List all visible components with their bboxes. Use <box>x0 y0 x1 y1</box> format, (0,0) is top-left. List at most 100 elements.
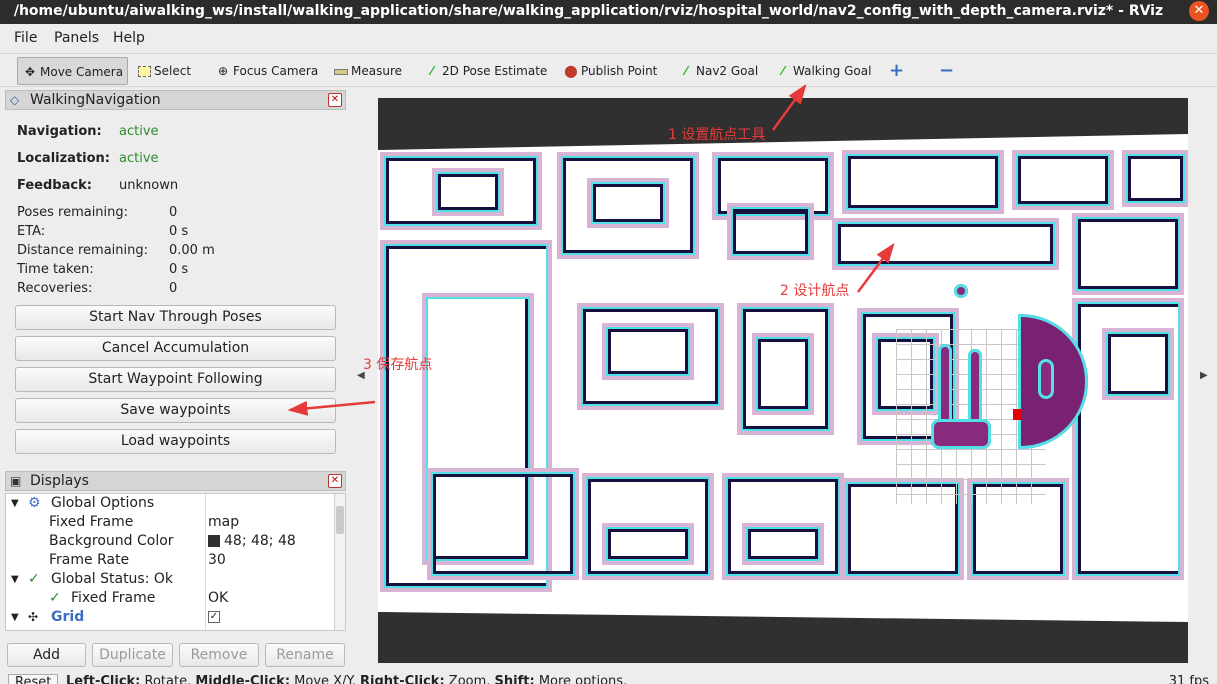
tree-scrollbar[interactable] <box>334 494 345 630</box>
tree-value[interactable]: 30 <box>208 551 226 570</box>
occupancy-map <box>378 134 1188 622</box>
chevron-down-icon[interactable]: ▼ <box>11 570 19 589</box>
hint-text: Middle-Click: <box>195 674 291 684</box>
map-wall <box>608 529 688 559</box>
rename-display-button[interactable]: Rename <box>265 643 345 667</box>
reset-button[interactable]: Reset <box>8 674 59 684</box>
tool-focus-camera[interactable]: ⊕ Focus Camera <box>215 57 318 85</box>
tree-value: OK <box>208 590 229 606</box>
tool-2d-pose-label: 2D Pose Estimate <box>442 64 548 78</box>
feedback-status: Feedback: unknown <box>17 178 178 193</box>
remove-display-button[interactable]: Remove <box>179 643 259 667</box>
stat-value: 0 s <box>169 262 189 277</box>
tool-select[interactable]: Select <box>138 57 191 85</box>
tree-value-wrap[interactable]: 48; 48; 48 <box>208 532 296 551</box>
hint-text: Shift: <box>494 674 535 684</box>
status-hint: Left-Click: Rotate. Middle-Click: Move X… <box>66 674 627 684</box>
time-taken-row: Time taken: 0 s <box>17 262 188 277</box>
select-icon <box>138 66 151 77</box>
remove-tool-button[interactable]: − <box>939 57 954 85</box>
tree-value: 48; 48; 48 <box>224 533 296 549</box>
start-nav-through-poses-button[interactable]: Start Nav Through Poses <box>15 305 336 330</box>
collapse-right-icon[interactable]: ▶ <box>1200 370 1208 381</box>
menu-file[interactable]: File <box>14 30 37 46</box>
menu-panels[interactable]: Panels <box>54 30 99 46</box>
poses-remaining-row: Poses remaining: 0 <box>17 205 177 220</box>
tool-nav2-goal[interactable]: ⁄ Nav2 Goal <box>678 57 758 85</box>
tool-move-camera-label: Move Camera <box>40 65 124 79</box>
stat-key: Time taken: <box>17 262 94 277</box>
map-wall <box>1018 156 1108 204</box>
rviz-3d-viewport[interactable] <box>378 98 1188 663</box>
add-display-button[interactable]: Add <box>7 643 86 667</box>
tree-row-global-options[interactable]: ▼ ⚙ Global Options <box>6 494 336 513</box>
duplicate-display-button[interactable]: Duplicate <box>92 643 173 667</box>
color-swatch <box>208 535 220 547</box>
hint-text: Zoom. <box>444 674 495 684</box>
tree-row-global-status[interactable]: ▼ ✓ Global Status: Ok <box>6 570 336 589</box>
stat-key: Poses remaining: <box>17 205 129 220</box>
add-tool-button[interactable]: + <box>889 57 904 85</box>
tool-walking-goal[interactable]: ⁄ Walking Goal <box>775 57 871 85</box>
tree-row-background-color[interactable]: Background Color 48; 48; 48 <box>6 532 336 551</box>
close-window-button[interactable]: ✕ <box>1189 1 1209 21</box>
chevron-down-icon[interactable]: ▼ <box>11 608 19 627</box>
tree-row-grid[interactable]: ▼ ✣ Grid ✓ <box>6 608 336 627</box>
scrollbar-thumb[interactable] <box>336 506 344 534</box>
tool-publish-point[interactable]: ⬤ Publish Point <box>563 57 657 85</box>
eta-row: ETA: 0 s <box>17 224 188 239</box>
grid-enabled-checkbox[interactable]: ✓ <box>208 608 220 627</box>
map-wall <box>718 158 828 214</box>
walking-navigation-panel: ◇ WalkingNavigation ✕ Navigation: active … <box>5 90 346 462</box>
map-wall <box>758 339 808 409</box>
map-wall <box>593 184 663 222</box>
map-wall <box>728 479 838 574</box>
localization-status: Localization: active <box>17 151 159 166</box>
stat-value: 0 <box>169 281 178 296</box>
map-wall <box>838 224 1053 264</box>
map-wall <box>608 329 688 374</box>
hint-text: Move X/Y. <box>290 674 361 684</box>
map-wall <box>733 209 808 254</box>
focus-camera-icon: ⊕ <box>217 64 229 78</box>
displays-panel-title: Displays <box>30 473 89 489</box>
status-value: unknown <box>119 178 179 193</box>
map-wall <box>438 174 498 210</box>
tree-row-fixed-frame[interactable]: Fixed Frame map <box>6 513 336 532</box>
menu-help[interactable]: Help <box>113 30 145 46</box>
tool-measure[interactable]: Measure <box>334 57 402 85</box>
tool-nav2-goal-label: Nav2 Goal <box>696 64 759 78</box>
measure-icon <box>334 68 348 75</box>
stat-key: ETA: <box>17 224 46 239</box>
tool-move-camera[interactable]: ✥ Move Camera <box>17 57 129 85</box>
tree-row-frame-rate[interactable]: Frame Rate 30 <box>6 551 336 570</box>
menu-bar: File Panels Help <box>0 27 1217 49</box>
distance-remaining-row: Distance remaining: 0.00 m <box>17 243 215 258</box>
map-wall <box>433 474 573 574</box>
tool-2d-pose-estimate[interactable]: ⁄ 2D Pose Estimate <box>424 57 547 85</box>
hint-text: More options. <box>534 674 628 684</box>
status-key: Navigation: <box>17 124 102 139</box>
tool-walking-goal-label: Walking Goal <box>793 64 872 78</box>
tree-label: Background Color <box>49 533 174 549</box>
tree-row-fixed-frame-status[interactable]: ✓ Fixed Frame OK <box>6 589 336 608</box>
load-waypoints-button[interactable]: Load waypoints <box>15 429 336 454</box>
gear-icon: ⚙ <box>28 495 41 511</box>
start-waypoint-following-button[interactable]: Start Waypoint Following <box>15 367 336 392</box>
monitor-icon: ▣ <box>10 474 22 488</box>
map-wall <box>1128 156 1183 201</box>
save-waypoints-button[interactable]: Save waypoints <box>15 398 336 423</box>
stat-value: 0 s <box>169 224 189 239</box>
navigation-status: Navigation: active <box>17 124 159 139</box>
recoveries-row: Recoveries: 0 <box>17 281 177 296</box>
cancel-accumulation-button[interactable]: Cancel Accumulation <box>15 336 336 361</box>
close-panel-icon[interactable]: ✕ <box>328 93 342 107</box>
tree-value[interactable]: map <box>208 513 239 532</box>
tree-label: Frame Rate <box>49 552 130 568</box>
annotation-step2: 2 设计航点 <box>780 283 850 299</box>
checkbox-icon: ✓ <box>208 611 220 623</box>
chevron-down-icon[interactable]: ▼ <box>11 494 19 513</box>
close-panel-icon[interactable]: ✕ <box>328 474 342 488</box>
window-titlebar: /home/ubuntu/aiwalking_ws/install/walkin… <box>0 0 1217 24</box>
walking-panel-title-bar: ◇ WalkingNavigation ✕ <box>5 90 346 110</box>
